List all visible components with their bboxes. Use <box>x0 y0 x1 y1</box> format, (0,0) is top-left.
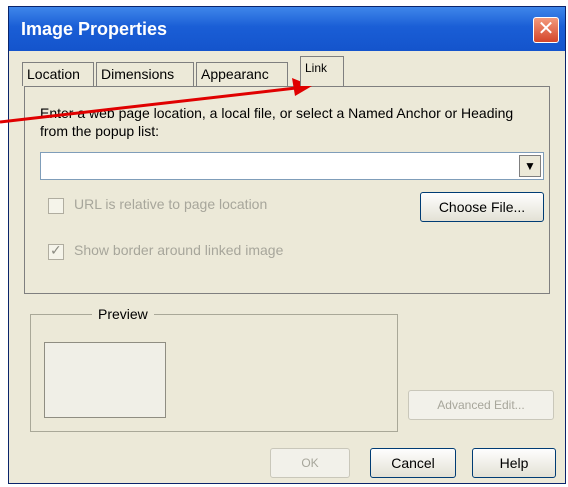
url-relative-label: URL is relative to page location <box>74 196 268 212</box>
dropdown-arrow-icon[interactable]: ▼ <box>519 155 541 177</box>
show-border-option[interactable]: ✓ Show border around linked image <box>48 242 348 262</box>
help-button[interactable]: Help <box>472 448 556 478</box>
url-relative-option[interactable]: URL is relative to page location <box>48 196 348 216</box>
link-instruction-text: Enter a web page location, a local file,… <box>40 105 514 139</box>
dialog-title: Image Properties <box>21 19 168 39</box>
cancel-button[interactable]: Cancel <box>370 448 456 478</box>
link-url-combobox[interactable]: ▼ <box>40 152 544 180</box>
close-icon[interactable]: ✕ <box>533 17 559 43</box>
tab-location[interactable]: Location <box>22 62 94 86</box>
show-border-checkbox[interactable]: ✓ <box>48 242 64 260</box>
advanced-edit-button[interactable]: Advanced Edit... <box>408 390 554 420</box>
title-bar[interactable]: Image Properties ✕ <box>9 7 565 51</box>
preview-label: Preview <box>92 306 154 322</box>
tab-appearance[interactable]: Appearanc <box>196 62 288 86</box>
show-border-label: Show border around linked image <box>74 242 284 258</box>
choose-file-button[interactable]: Choose File... <box>420 192 544 222</box>
tab-dimensions[interactable]: Dimensions <box>96 62 194 86</box>
tab-link[interactable]: Link <box>300 56 344 86</box>
ok-button[interactable]: OK <box>270 448 350 478</box>
checkmark-icon: ✓ <box>50 242 62 258</box>
url-relative-checkbox[interactable] <box>48 198 64 214</box>
image-preview-box <box>44 342 166 418</box>
